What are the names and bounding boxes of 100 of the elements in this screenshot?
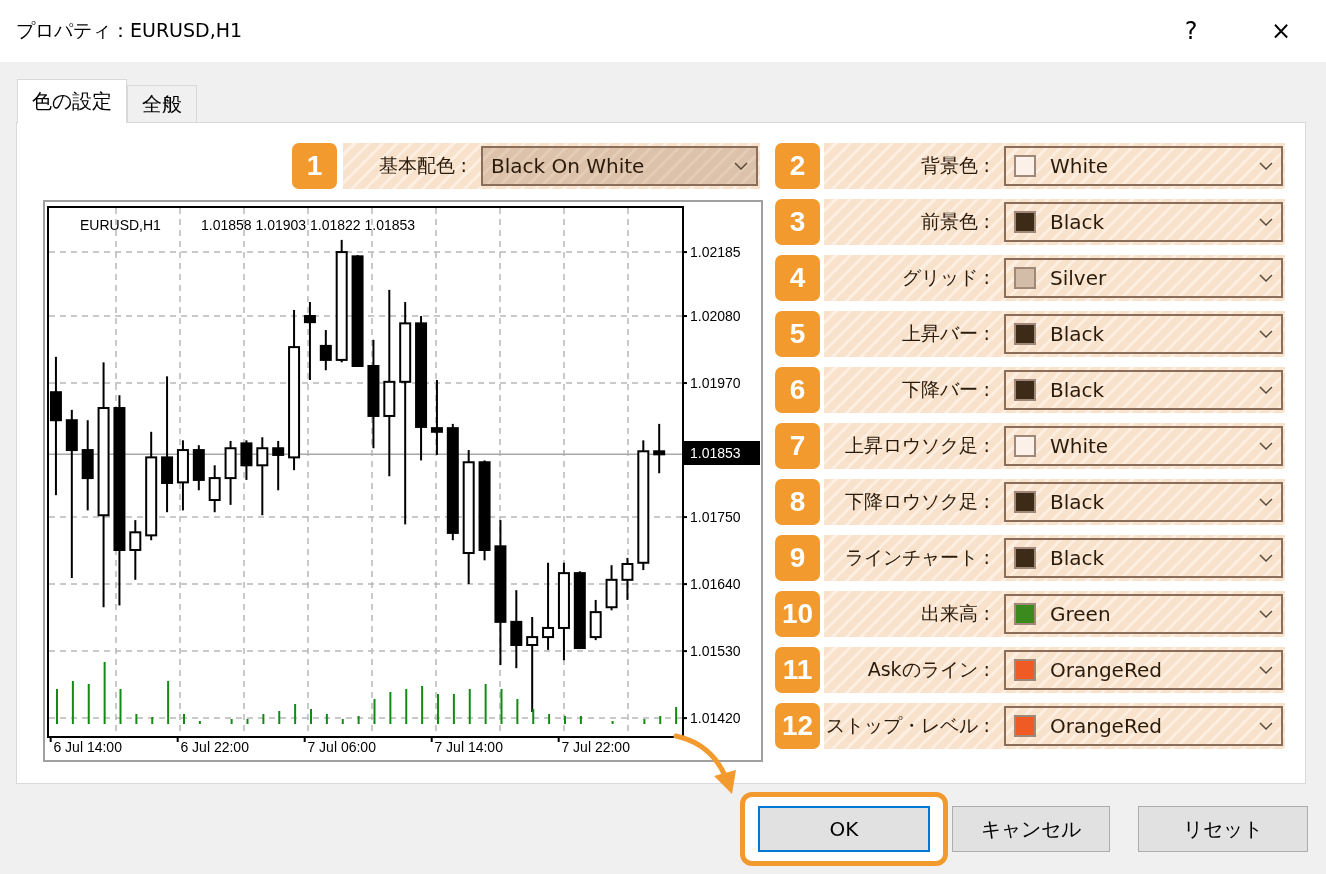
current-price-label: 1.01853 xyxy=(690,445,741,461)
volume-bar xyxy=(675,706,678,725)
volume-bar xyxy=(119,688,122,725)
candle xyxy=(605,564,618,612)
volume-bar xyxy=(405,688,408,725)
volume-bar xyxy=(167,680,170,725)
volume-bar xyxy=(103,661,106,725)
number-badge: 4 xyxy=(775,255,820,301)
chevron-down-icon xyxy=(1259,274,1273,282)
candle xyxy=(272,439,285,492)
color-dropdown[interactable]: Green xyxy=(1004,594,1283,634)
volume-bar xyxy=(532,708,535,725)
candle xyxy=(208,464,221,514)
color-dropdown[interactable]: Black xyxy=(1004,314,1283,354)
chevron-down-icon xyxy=(1259,498,1273,506)
candle xyxy=(621,556,634,601)
close-button[interactable]: × xyxy=(1236,0,1326,62)
tab[interactable]: 全般 xyxy=(127,85,197,122)
volume-bar xyxy=(516,698,519,725)
number-badge: 12 xyxy=(775,703,820,749)
scheme-dropdown[interactable]: Black On White xyxy=(481,146,758,186)
volume-bar xyxy=(341,718,344,725)
volume-bar xyxy=(389,691,392,725)
price-label: 1.01530 xyxy=(690,643,741,660)
chevron-down-icon xyxy=(1259,666,1273,674)
volume-bar xyxy=(421,685,424,725)
time-label: 6 Jul 22:00 xyxy=(180,739,249,755)
candle xyxy=(319,329,332,372)
candle xyxy=(653,422,666,475)
time-label: 7 Jul 06:00 xyxy=(307,739,376,755)
field-label: 下降ロウソク足 : xyxy=(843,489,991,514)
volume-bar xyxy=(611,720,614,725)
field-label: Askのライン : xyxy=(866,657,991,682)
number-badge: 11 xyxy=(775,647,820,693)
field-label: グリッド : xyxy=(900,265,991,290)
volume-bar xyxy=(87,683,90,725)
price-label: 1.01420 xyxy=(690,710,741,727)
field-label: 上昇ロウソク足 : xyxy=(843,433,991,458)
chevron-down-icon xyxy=(1259,330,1273,338)
help-button[interactable]: ? xyxy=(1146,0,1236,62)
field-label: 下降バー : xyxy=(900,377,991,402)
color-dropdown[interactable]: White xyxy=(1004,426,1283,466)
color-dropdown[interactable]: Silver xyxy=(1004,258,1283,298)
number-badge: 7 xyxy=(775,423,820,469)
price-label: 1.02080 xyxy=(690,308,741,325)
volume-bar xyxy=(135,713,138,725)
number-badge: 5 xyxy=(775,311,820,357)
volume-bar xyxy=(468,688,471,725)
volume-bar xyxy=(294,703,297,725)
color-dropdown[interactable]: OrangeRed xyxy=(1004,650,1283,690)
chevron-down-icon xyxy=(1259,162,1273,170)
volume-bar xyxy=(548,713,551,725)
price-label: 1.01750 xyxy=(690,509,741,526)
volume-bar xyxy=(659,715,662,725)
candle xyxy=(192,444,205,492)
field-label: ラインチャート : xyxy=(843,545,991,570)
field-label: 前景色 : xyxy=(919,209,991,234)
dialog-button[interactable]: リセット xyxy=(1138,806,1308,852)
price-label: 1.01970 xyxy=(690,375,741,392)
dialog-button[interactable]: OK xyxy=(758,806,930,852)
color-dropdown[interactable]: Black xyxy=(1004,370,1283,410)
volume-bar xyxy=(246,718,249,725)
color-dropdown[interactable]: White xyxy=(1004,146,1283,186)
price-label: 1.01640 xyxy=(690,576,741,593)
number-badge: 10 xyxy=(775,591,820,637)
color-dropdown[interactable]: Black xyxy=(1004,482,1283,522)
field-label: ストップ・レベル : xyxy=(824,713,991,738)
color-dropdown[interactable]: Black xyxy=(1004,538,1283,578)
color-dropdown[interactable]: Black xyxy=(1004,202,1283,242)
candle xyxy=(240,439,253,481)
volume-bar xyxy=(373,698,376,725)
number-badge: 8 xyxy=(775,479,820,525)
candle xyxy=(224,439,237,506)
volume-bar xyxy=(500,688,503,725)
field-label: 出来高 : xyxy=(919,601,991,626)
number-badge: 1 xyxy=(292,143,337,189)
chevron-down-icon xyxy=(1259,218,1273,226)
symbol-label: EURUSD,H1 xyxy=(80,217,161,233)
window-title: プロパティ：EURUSD,H1 xyxy=(16,18,244,43)
chevron-down-icon xyxy=(1259,386,1273,394)
chevron-down-icon xyxy=(1259,554,1273,562)
time-label: 7 Jul 22:00 xyxy=(561,739,630,755)
number-badge: 3 xyxy=(775,199,820,245)
volume-bar xyxy=(452,693,455,725)
volume-bar xyxy=(643,718,646,725)
tab[interactable]: 色の設定 xyxy=(17,79,127,123)
volume-bar xyxy=(357,715,360,725)
field-label: 背景色 : xyxy=(919,153,991,178)
field-label: 基本配色 : xyxy=(377,153,468,178)
dialog-button[interactable]: キャンセル xyxy=(952,806,1110,852)
candle xyxy=(589,598,602,642)
chevron-down-icon xyxy=(1259,610,1273,618)
number-badge: 6 xyxy=(775,367,820,413)
volume-bar xyxy=(230,718,233,725)
volume-bar xyxy=(579,715,582,725)
color-dropdown[interactable]: OrangeRed xyxy=(1004,706,1283,746)
ohlc-values: 1.01858 1.01903 1.01822 1.01853 xyxy=(201,217,416,233)
volume-bar xyxy=(151,716,154,725)
volume-bar xyxy=(71,680,74,725)
chevron-down-icon xyxy=(1259,442,1273,450)
